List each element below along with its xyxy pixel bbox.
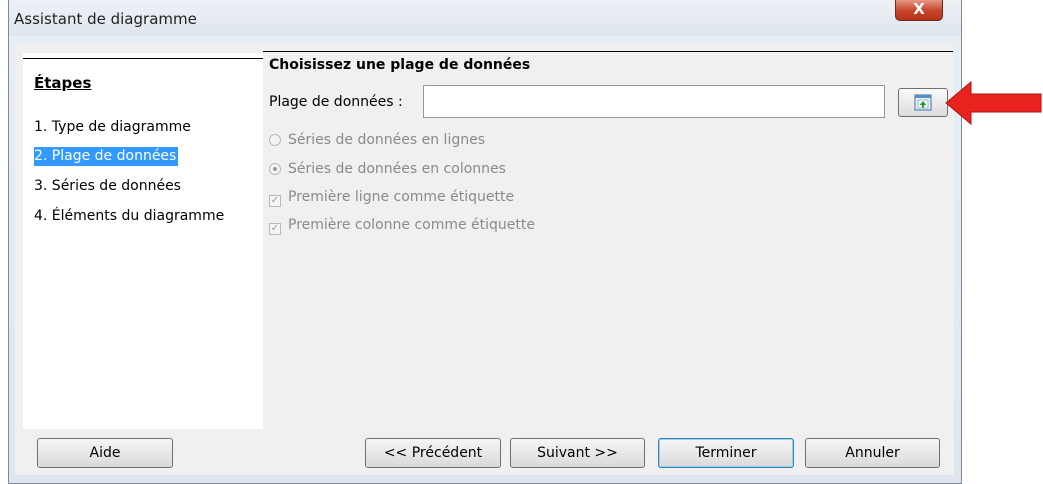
series-in-rows-label: Séries de données en lignes xyxy=(288,132,486,148)
finish-button[interactable]: Terminer xyxy=(658,438,794,468)
data-range-input[interactable] xyxy=(423,85,885,118)
select-range-button[interactable] xyxy=(898,88,948,117)
title-bar[interactable]: Assistant de diagramme X xyxy=(9,0,961,36)
step-chart-elements[interactable]: 4. Éléments du diagramme xyxy=(34,207,226,226)
content-divider xyxy=(263,51,953,52)
window-title: Assistant de diagramme xyxy=(14,10,197,28)
help-button[interactable]: Aide xyxy=(37,438,173,468)
first-column-label-text: Première colonne comme étiquette xyxy=(288,217,535,233)
dialog-body: Étapes 1. Type de diagramme 2. Plage de … xyxy=(15,45,954,475)
series-in-rows-option[interactable]: Séries de données en lignes xyxy=(269,132,485,148)
section-title: Choisissez une plage de données xyxy=(269,57,531,73)
first-row-label-text: Première ligne comme étiquette xyxy=(288,189,515,205)
series-in-columns-option[interactable]: Séries de données en colonnes xyxy=(269,161,506,177)
series-in-rows-radio[interactable] xyxy=(269,134,281,146)
annotation-arrow-icon xyxy=(945,80,1042,126)
cancel-button[interactable]: Annuler xyxy=(805,438,940,468)
data-range-label: Plage de données : xyxy=(269,94,403,110)
series-in-columns-label: Séries de données en colonnes xyxy=(288,161,506,177)
previous-button[interactable]: << Précédent xyxy=(365,438,501,468)
steps-divider xyxy=(23,58,263,59)
steps-panel: Étapes 1. Type de diagramme 2. Plage de … xyxy=(23,53,263,429)
step-data-range[interactable]: 2. Plage de données xyxy=(34,147,179,166)
chart-wizard-dialog: Assistant de diagramme X Étapes 1. Type … xyxy=(8,0,962,484)
select-range-icon xyxy=(914,94,932,111)
close-button[interactable]: X xyxy=(895,0,943,21)
next-button[interactable]: Suivant >> xyxy=(510,438,645,468)
first-column-checkbox[interactable]: ✓ xyxy=(269,223,281,235)
step-chart-type[interactable]: 1. Type de diagramme xyxy=(34,118,193,137)
step-data-series[interactable]: 3. Séries de données xyxy=(34,177,183,196)
first-column-label-option[interactable]: ✓ Première colonne comme étiquette xyxy=(269,217,535,235)
steps-heading: Étapes xyxy=(34,74,92,92)
first-row-label-option[interactable]: ✓ Première ligne comme étiquette xyxy=(269,189,514,207)
first-row-checkbox[interactable]: ✓ xyxy=(269,195,281,207)
series-in-columns-radio[interactable] xyxy=(269,163,281,175)
